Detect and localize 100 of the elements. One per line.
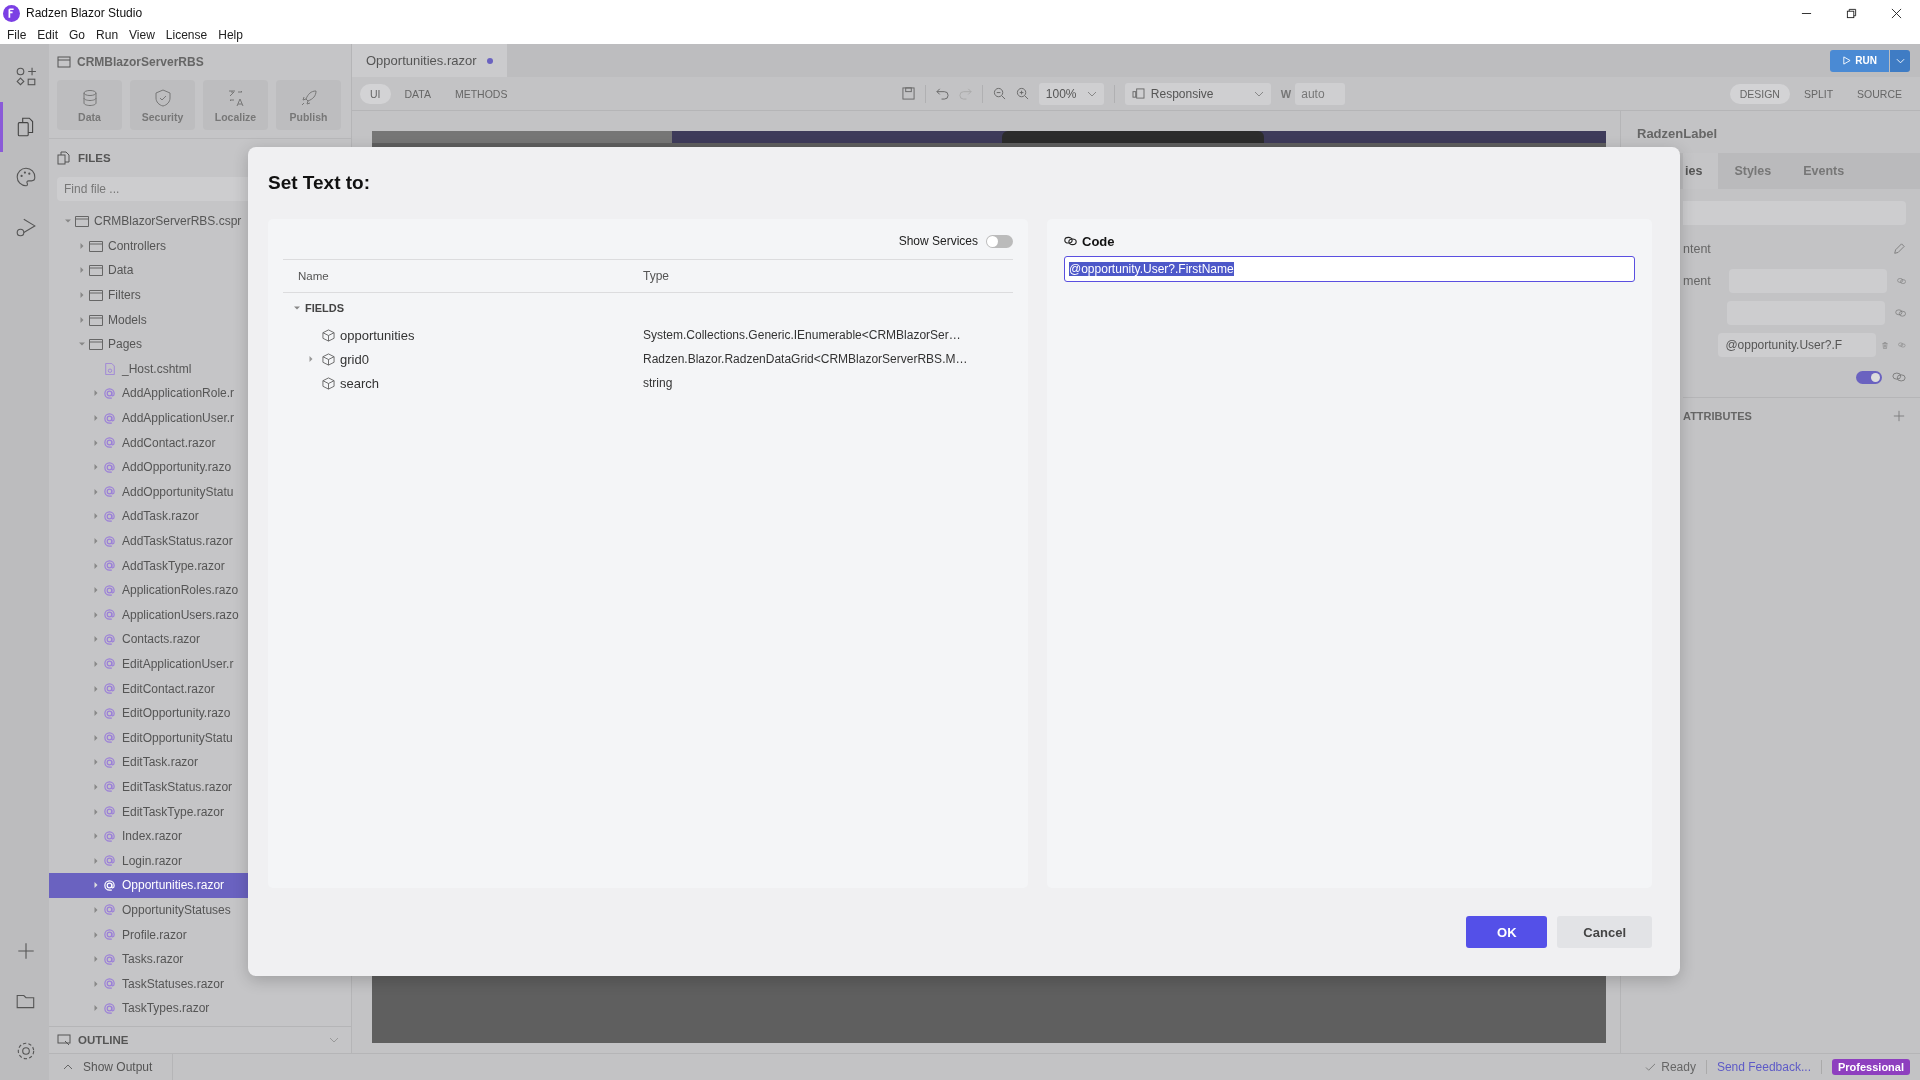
caret-right-icon[interactable] — [79, 267, 85, 274]
menu-item[interactable]: File — [7, 28, 27, 42]
properties-tab[interactable]: ies — [1683, 153, 1719, 189]
tree-item[interactable]: Login.razor — [49, 848, 351, 874]
caret-right-icon[interactable] — [93, 857, 99, 864]
tree-item[interactable]: EditContact.razor — [49, 676, 351, 701]
column-header[interactable]: Type — [643, 269, 1013, 283]
tree-item[interactable]: AddTaskType.razor — [49, 553, 351, 578]
caret-right-icon[interactable] — [79, 242, 85, 249]
caret-down-icon[interactable] — [65, 218, 71, 225]
tool-button[interactable]: Security — [130, 80, 195, 130]
caret-right-icon[interactable] — [93, 882, 99, 889]
link-icon[interactable] — [1896, 275, 1906, 287]
menu-item[interactable]: Edit — [37, 28, 59, 42]
caret-right-icon[interactable] — [79, 292, 85, 299]
caret-right-icon[interactable] — [93, 710, 99, 717]
tree-item[interactable]: AddApplicationUser.r — [49, 405, 351, 431]
caret-right-icon[interactable] — [93, 980, 99, 987]
cancel-button[interactable]: Cancel — [1557, 916, 1652, 948]
link-icon[interactable] — [1892, 371, 1906, 383]
tree-item[interactable]: Index.razor — [49, 823, 351, 849]
caret-right-icon[interactable] — [93, 808, 99, 815]
menu-item[interactable]: Help — [218, 28, 243, 42]
mode-tab[interactable]: METHODS — [444, 83, 518, 104]
restore-icon[interactable] — [1846, 7, 1857, 19]
tool-button[interactable]: Publish — [276, 80, 341, 130]
tool-button[interactable]: Localize — [203, 80, 268, 130]
caret-right-icon[interactable] — [93, 1005, 99, 1012]
chevron-down-icon[interactable] — [329, 1037, 339, 1043]
pencil-icon[interactable] — [1892, 243, 1906, 255]
link-icon[interactable] — [1898, 339, 1906, 351]
zoom-out-icon[interactable] — [992, 87, 1006, 100]
tree-item[interactable]: AddTaskStatus.razor — [49, 528, 351, 554]
caret-right-icon[interactable] — [93, 931, 99, 938]
tree-item[interactable]: EditApplicationUser.r — [49, 651, 351, 677]
tool-button[interactable]: Data — [57, 80, 122, 130]
caret-right-icon[interactable] — [93, 636, 99, 643]
tree-item[interactable]: EditOpportunity.razo — [49, 700, 351, 726]
settings-icon[interactable] — [15, 1040, 37, 1062]
tree-item[interactable]: Controllers — [49, 233, 351, 259]
close-icon[interactable] — [1891, 7, 1902, 19]
tree-item[interactable]: ApplicationUsers.razo — [49, 602, 351, 628]
menu-item[interactable]: Go — [69, 28, 86, 42]
run-button[interactable]: RUN — [1830, 49, 1889, 72]
property-search-field[interactable] — [1683, 201, 1906, 225]
tree-item[interactable]: Tasks.razor — [49, 946, 351, 972]
show-output-button[interactable]: Show Output — [49, 1054, 174, 1080]
menu-item[interactable]: License — [165, 28, 208, 42]
caret-right-icon[interactable] — [93, 661, 99, 667]
caret-right-icon[interactable] — [93, 513, 99, 520]
mode-tab[interactable]: DATA — [394, 83, 441, 104]
save-icon[interactable] — [901, 87, 915, 100]
caret-right-icon[interactable] — [93, 833, 99, 840]
caret-right-icon[interactable] — [79, 316, 85, 323]
undo-icon[interactable] — [935, 87, 949, 100]
tree-item[interactable]: AddOpportunityStatu — [49, 479, 351, 505]
tree-item[interactable]: TaskStatuses.razor — [49, 971, 351, 996]
mode-tab[interactable]: UI — [360, 83, 391, 104]
link-icon[interactable] — [1894, 307, 1906, 319]
tree-item[interactable]: CRMBlazorServerRBS.cspr — [49, 209, 351, 234]
tree-item[interactable]: TaskTypes.razor — [49, 996, 351, 1021]
field-row[interactable]: search string — [283, 371, 1013, 395]
caret-down-icon[interactable] — [79, 341, 85, 348]
menu-item[interactable]: Run — [96, 28, 119, 42]
tree-item[interactable]: Profile.razor — [49, 922, 351, 947]
caret-right-icon[interactable] — [93, 390, 99, 397]
caret-right-icon[interactable] — [93, 734, 99, 741]
tree-item[interactable]: AddOpportunity.razo — [49, 454, 351, 480]
plus-icon[interactable] — [1892, 410, 1906, 422]
view-tab[interactable]: DESIGN — [1729, 83, 1790, 104]
caret-right-icon[interactable] — [93, 906, 99, 913]
caret-right-icon[interactable] — [93, 759, 99, 766]
run-menu-button[interactable] — [1890, 49, 1910, 72]
caret-right-icon[interactable] — [93, 611, 99, 618]
tree-item[interactable]: EditTaskType.razor — [49, 799, 351, 824]
tree-item[interactable]: EditTaskStatus.razor — [49, 774, 351, 800]
caret-right-icon[interactable] — [93, 956, 99, 963]
ok-button[interactable]: OK — [1466, 916, 1548, 948]
tree-item[interactable]: Contacts.razor — [49, 627, 351, 652]
tree-item[interactable]: EditTask.razor — [49, 750, 351, 775]
tree-item[interactable]: EditOpportunityStatu — [49, 725, 351, 751]
field-row[interactable]: opportunities System.Collections.Generic.IEnumerable<CRMBlazorSer… — [283, 323, 1013, 347]
width-field[interactable]: auto — [1295, 82, 1346, 105]
caret-right-icon[interactable] — [93, 783, 99, 790]
caret-right-icon[interactable] — [93, 439, 99, 446]
menu-item[interactable]: View — [129, 28, 155, 42]
caret-right-icon[interactable] — [93, 464, 99, 471]
view-tab[interactable]: SOURCE — [1847, 83, 1912, 104]
property-field[interactable]: @opportunity.User?.F — [1718, 333, 1877, 357]
column-header[interactable]: Name — [283, 270, 643, 282]
tree-item[interactable]: AddContact.razor — [49, 430, 351, 455]
properties-tab[interactable]: Events — [1787, 153, 1861, 189]
caret-right-icon[interactable] — [93, 587, 99, 594]
editor-tab[interactable]: Opportunities.razor — [352, 44, 507, 77]
send-feedback-link[interactable]: Send Feedback... — [1716, 1060, 1811, 1074]
tree-item[interactable]: OpportunityStatuses — [49, 897, 351, 923]
caret-right-icon[interactable] — [93, 562, 99, 569]
tree-item[interactable]: ApplicationRoles.razo — [49, 577, 351, 603]
plus-icon[interactable] — [15, 940, 37, 962]
group-header[interactable]: FIELDS — [283, 293, 1013, 323]
